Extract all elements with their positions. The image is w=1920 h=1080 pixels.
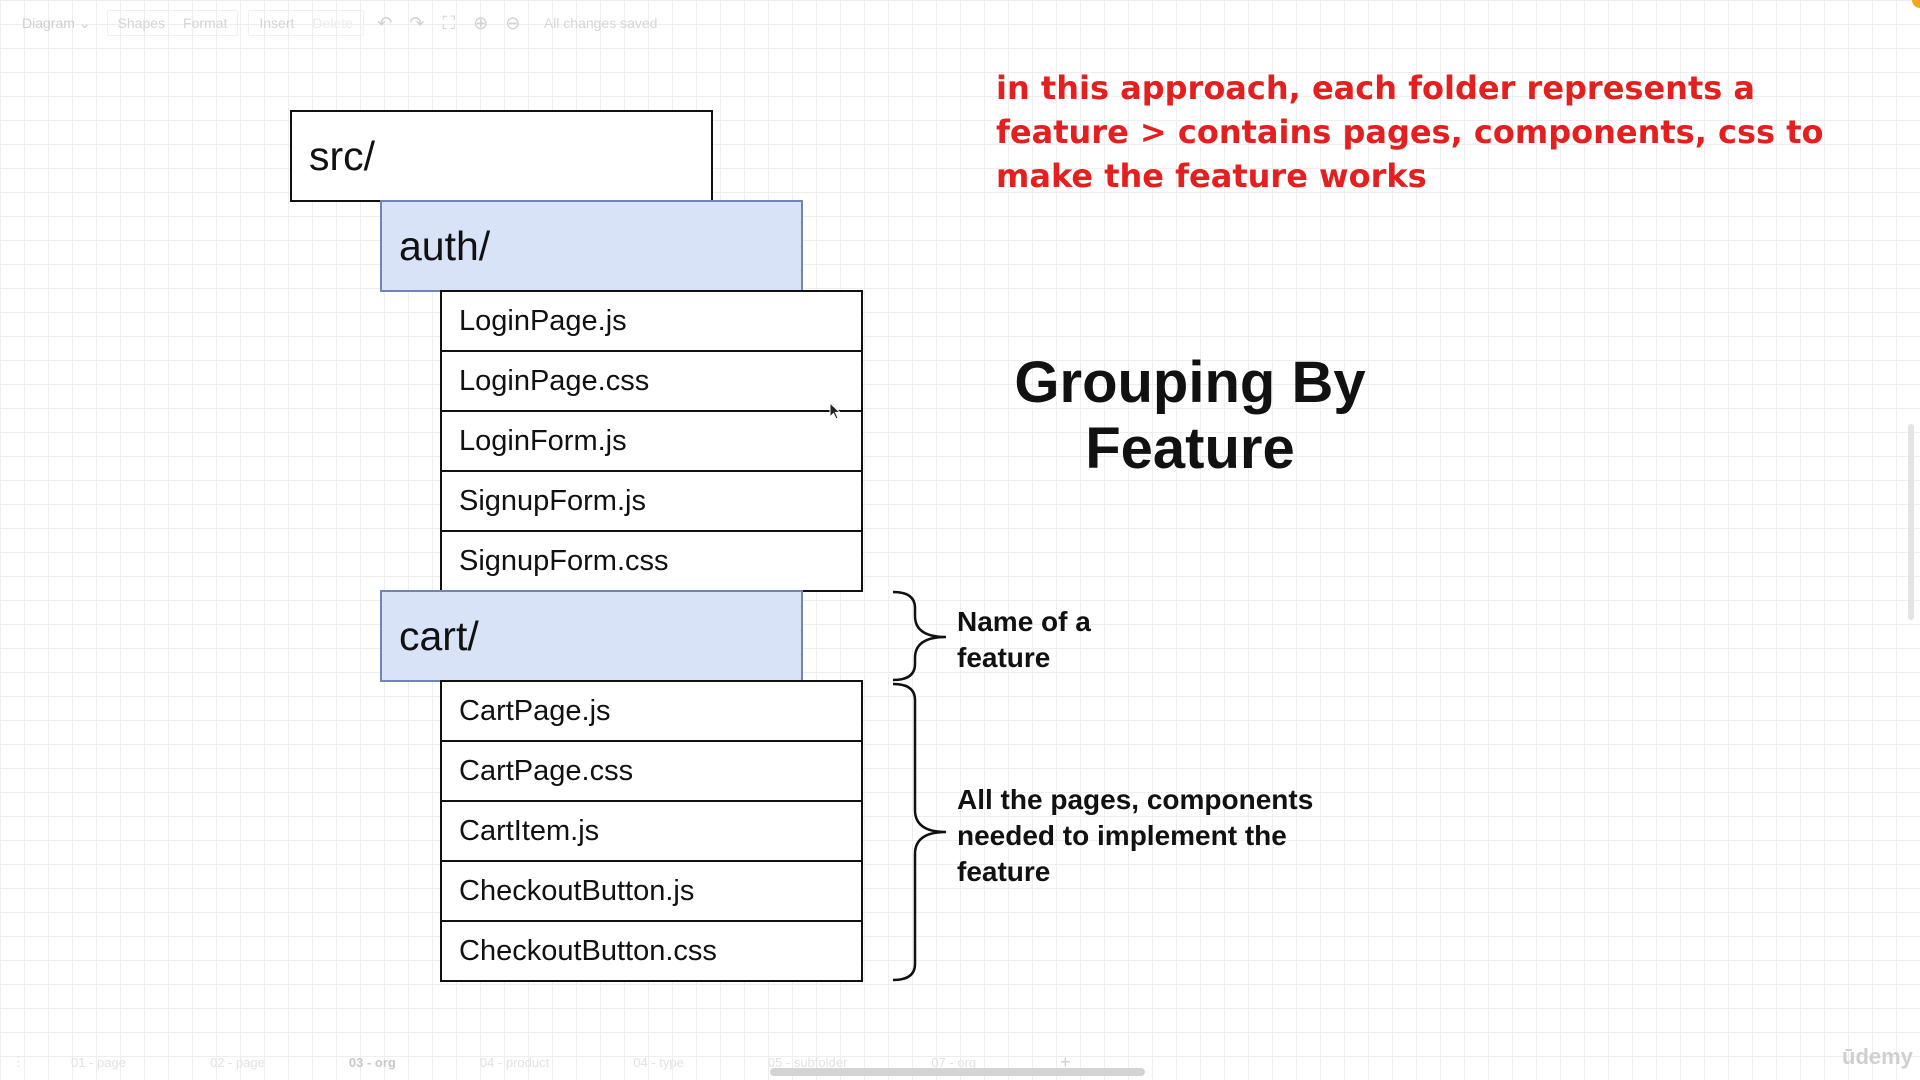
page-tab[interactable]: 02 - page (210, 1055, 265, 1070)
feature-name-label: Name of a feature (957, 606, 1091, 673)
vertical-scrollbar[interactable] (1908, 424, 1914, 620)
udemy-watermark: ūdemy (1842, 1044, 1913, 1069)
feature-brace (892, 590, 947, 682)
tab-menu-icon[interactable]: ⋮ (12, 1054, 25, 1070)
approach-note: in this approach, each folder represents… (996, 69, 1824, 195)
mouse-cursor-icon (829, 402, 842, 420)
feature-contents-label: All the pages, components needed to impl… (957, 784, 1314, 887)
diagram-title: Grouping By Feature (1014, 350, 1366, 481)
page-tab[interactable]: 01 - page (71, 1055, 126, 1070)
page-tab-active[interactable]: 03 - org (349, 1055, 396, 1070)
page-tab[interactable]: 04 - type (633, 1055, 684, 1070)
page-tab[interactable]: 04 - product (480, 1055, 549, 1070)
contents-brace (892, 682, 947, 982)
horizontal-scrollbar[interactable] (770, 1068, 1145, 1076)
